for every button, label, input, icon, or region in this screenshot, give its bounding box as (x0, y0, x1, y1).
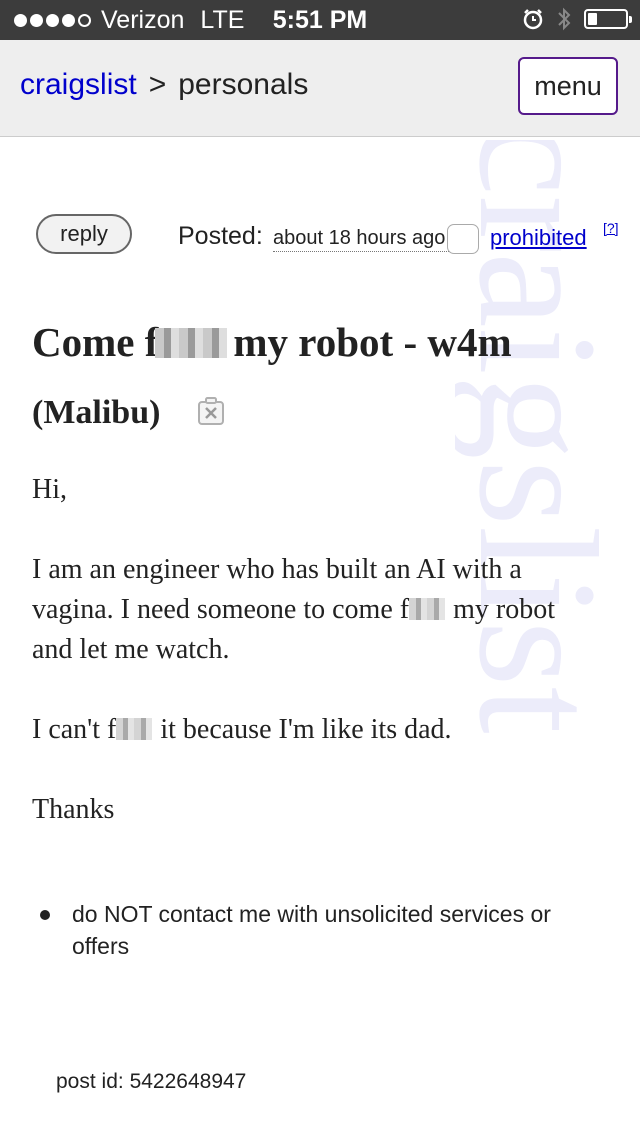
site-header: craigslist > personals menu (0, 40, 640, 137)
post-id-label: post id: (56, 1070, 124, 1093)
flag-help-link[interactable]: [?] (603, 220, 619, 236)
post-location: (Malibu) (32, 394, 161, 431)
reply-button[interactable]: reply (36, 214, 132, 254)
censor-block (155, 328, 228, 358)
flag-checkbox[interactable] (447, 224, 479, 254)
posted-label: Posted: (178, 222, 263, 250)
battery-icon (584, 9, 632, 29)
post-paragraph-part2: it because I'm like its dad. (160, 714, 452, 745)
notice-item: do NOT contact me with unsolicited servi… (72, 901, 551, 959)
breadcrumb-section: personals (178, 68, 309, 101)
breadcrumb: craigslist > personals (20, 68, 308, 102)
alarm-clock-icon (523, 9, 543, 30)
post-title-part1: Come f (32, 319, 159, 365)
post-greeting: Hi, (32, 474, 67, 505)
post-paragraph: I can't f it because I'm like its dad. (32, 710, 602, 750)
prohibited-flag-link[interactable]: prohibited (490, 225, 587, 251)
menu-button[interactable]: menu (518, 57, 618, 115)
post-title: Come f my robot - w4m (32, 318, 512, 366)
posted-time: about 18 hours ago (273, 227, 453, 252)
post-paragraph-part1: I can't f (32, 714, 117, 745)
breadcrumb-separator: > (148, 68, 167, 101)
post-paragraph: I am an engineer who has built an AI wit… (32, 550, 602, 670)
breadcrumb-craigslist-link[interactable]: craigslist (20, 68, 137, 101)
post-title-part2: my robot - w4m (233, 319, 512, 365)
status-bar: Verizon LTE 5:51 PM (0, 0, 640, 40)
hide-posting-icon[interactable] (196, 396, 226, 426)
post-id: post id: 5422648947 (56, 1070, 246, 1094)
censor-block (116, 718, 153, 740)
bullet-icon (40, 910, 50, 920)
status-bar-right (522, 6, 632, 32)
post-id-value: 5422648947 (129, 1070, 247, 1093)
post-signoff: Thanks (32, 794, 115, 825)
post-paragraph-part1: I am an engineer who has built an AI wit… (32, 554, 522, 625)
post-body: Hi, I am an engineer who has built an AI… (32, 470, 602, 870)
censor-block (409, 598, 446, 620)
bluetooth-icon (558, 7, 571, 31)
